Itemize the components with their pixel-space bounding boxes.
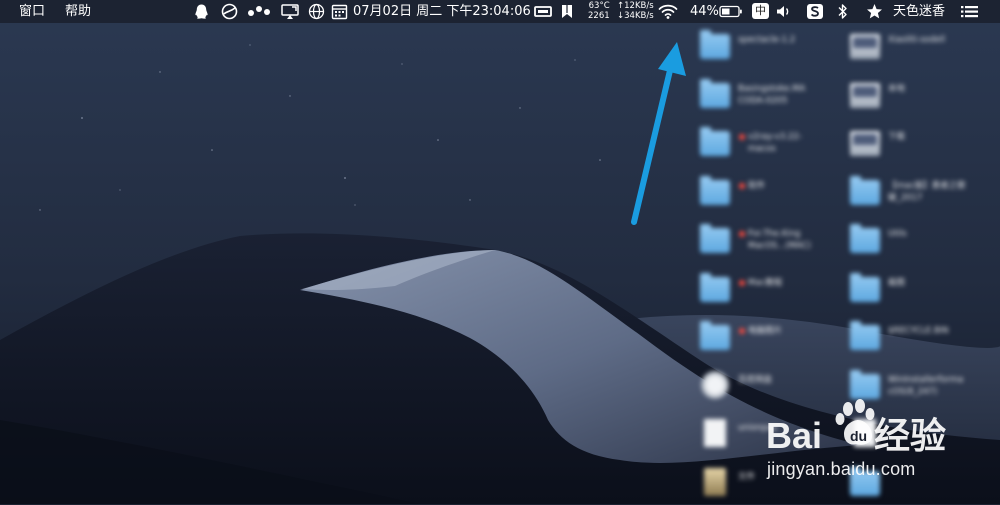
dots-icon[interactable] bbox=[247, 3, 271, 20]
list-icon[interactable] bbox=[960, 3, 979, 20]
desktop-item-label: 本地 bbox=[888, 83, 906, 94]
menu-bar: 窗口 帮助 07月02日 周二 下午23:04:06 63°C 2261 ↑12… bbox=[0, 0, 1000, 23]
desktop-item-label: 【mac版】勇者之歌 破_2017 bbox=[888, 180, 966, 203]
drive-icon bbox=[850, 131, 880, 156]
desktop-item-label: v2ray-v3.22- macos bbox=[748, 132, 802, 154]
bluetooth-icon[interactable] bbox=[836, 3, 849, 20]
watermark-url: jingyan.baidu.com bbox=[767, 459, 916, 479]
drive-icon bbox=[850, 82, 880, 108]
download-speed: ↓34KB/s bbox=[617, 10, 654, 21]
menu-window[interactable]: 窗口 bbox=[19, 0, 45, 23]
folder-icon bbox=[700, 224, 730, 253]
clock[interactable]: 07月02日 周二 下午23:04:06 bbox=[353, 0, 531, 23]
desktop-item[interactable]: $RECYCLE.BIN bbox=[840, 319, 990, 359]
desktop-item-label: spectacle-1.2 bbox=[738, 35, 796, 45]
system-stats[interactable]: 63°C 2261 bbox=[588, 1, 610, 21]
desktop-item-label: 电脑图片 bbox=[748, 326, 783, 336]
desktop-item[interactable]: v2ray-v3.22- macos bbox=[690, 125, 840, 165]
desktop-item[interactable]: For.The.King MacOS...(MAC) bbox=[690, 222, 840, 262]
desktop-item-label: 截图 bbox=[888, 277, 906, 288]
desktop-item-label: 下载 bbox=[888, 132, 906, 142]
desktop-item[interactable]: Xiaoliti-sodell bbox=[840, 28, 990, 68]
svg-text:du: du bbox=[850, 428, 867, 444]
wifi-icon[interactable] bbox=[658, 3, 678, 20]
battery-percent[interactable]: 44% bbox=[690, 0, 719, 23]
desktop-item-label: Mac教程 bbox=[748, 277, 783, 288]
username[interactable]: 天色迷香 bbox=[893, 0, 945, 23]
image-icon bbox=[704, 467, 726, 496]
bookmark-icon[interactable] bbox=[560, 3, 574, 20]
vpn-icon[interactable] bbox=[221, 3, 238, 20]
desktop-item[interactable]: Basingstoke.MA CODA-0205 bbox=[690, 77, 840, 117]
document-icon bbox=[704, 419, 726, 447]
folder-icon bbox=[850, 321, 880, 350]
drive-icon bbox=[850, 34, 880, 59]
folder-icon bbox=[850, 272, 880, 302]
desktop-item[interactable]: Mac教程 bbox=[690, 271, 840, 311]
desktop-item-label: Basingstoke.MA CODA-0205 bbox=[738, 83, 806, 106]
menu-help[interactable]: 帮助 bbox=[65, 0, 91, 23]
folder-icon bbox=[850, 224, 880, 253]
desktop-item[interactable]: 电脑图片 bbox=[690, 319, 840, 359]
desktop-item[interactable]: spectacle-1.2 bbox=[690, 28, 840, 68]
folder-icon bbox=[850, 175, 880, 205]
desktop-item-label: $RECYCLE.BIN bbox=[888, 326, 949, 336]
desktop-item-label: For.The.King MacOS...(MAC) bbox=[748, 229, 811, 251]
desktop-item[interactable]: 软件 bbox=[690, 174, 840, 214]
red-tag-icon bbox=[739, 279, 745, 286]
battery-icon[interactable] bbox=[719, 3, 743, 20]
svg-text:Bai: Bai bbox=[766, 415, 822, 456]
desktop-item-label: 百度网盘 bbox=[738, 374, 773, 385]
input-method[interactable]: 中 bbox=[752, 3, 769, 19]
red-tag-icon bbox=[739, 328, 745, 334]
desktop-item[interactable]: 本地 bbox=[840, 77, 990, 117]
qq-icon[interactable] bbox=[193, 3, 210, 20]
fan-speed: 2261 bbox=[588, 10, 610, 21]
desktop-item[interactable]: Utils bbox=[840, 222, 990, 262]
annotation-arrow bbox=[631, 42, 686, 225]
svg-text:经验: 经验 bbox=[874, 415, 946, 456]
red-tag-icon bbox=[739, 134, 745, 140]
desktop-item-label: Xiaoliti-sodell bbox=[888, 35, 946, 45]
desktop-item-label: 软件 bbox=[748, 180, 766, 191]
globe-icon[interactable] bbox=[308, 3, 325, 20]
red-tag-icon bbox=[739, 182, 745, 189]
desktop-item-label: Utils bbox=[888, 229, 907, 239]
calendar-icon[interactable] bbox=[331, 3, 348, 20]
desktop-item[interactable]: 下载 bbox=[840, 125, 990, 165]
red-tag-icon bbox=[739, 231, 745, 237]
folder-icon bbox=[700, 272, 730, 302]
folder-icon bbox=[700, 127, 730, 156]
screen-cast-icon[interactable] bbox=[281, 3, 299, 20]
volume-icon[interactable] bbox=[775, 3, 792, 20]
desktop-item[interactable]: 截图 bbox=[840, 271, 990, 311]
sogou-icon[interactable] bbox=[806, 3, 824, 20]
app-icon bbox=[701, 370, 729, 399]
folder-icon bbox=[700, 78, 730, 108]
folder-icon bbox=[700, 175, 730, 205]
folder-icon bbox=[700, 321, 730, 350]
folder-icon bbox=[700, 30, 730, 59]
display-icon[interactable] bbox=[534, 3, 552, 20]
star-icon[interactable] bbox=[866, 3, 883, 20]
desktop-item[interactable]: 【mac版】勇者之歌 破_2017 bbox=[840, 174, 990, 214]
network-speed[interactable]: ↑12KB/s ↓34KB/s bbox=[617, 1, 654, 21]
